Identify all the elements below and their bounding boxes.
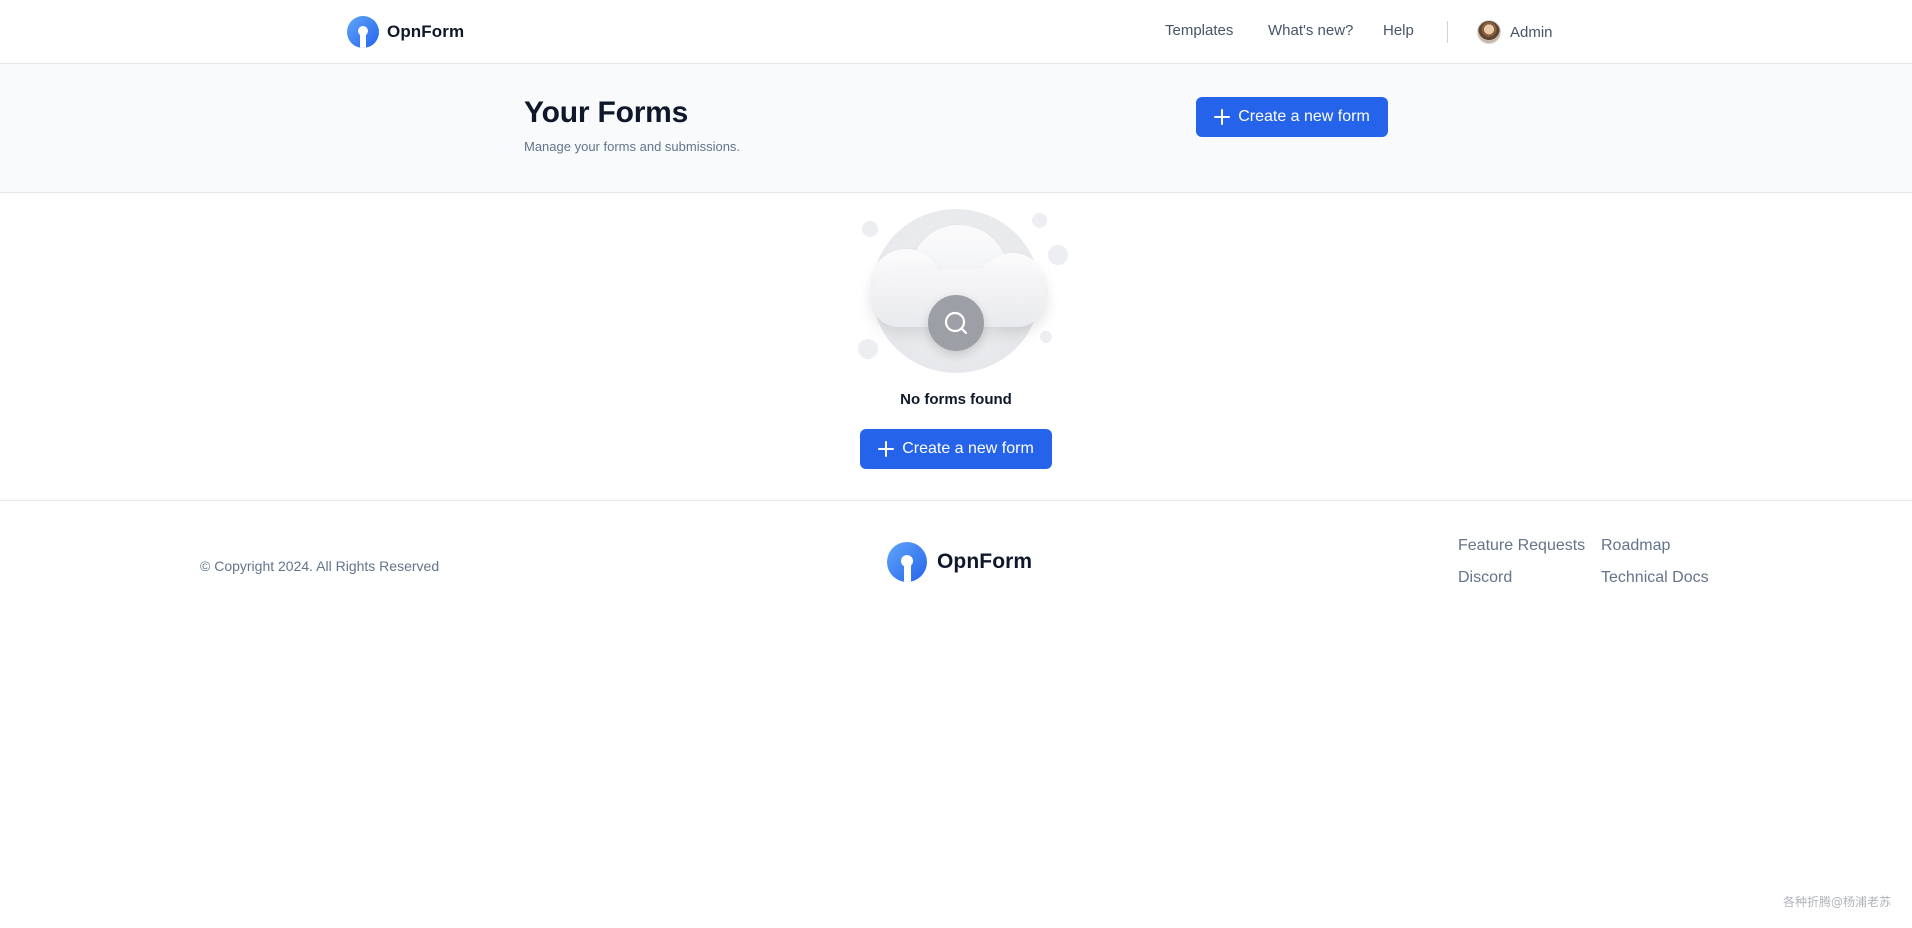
footer: © Copyright 2024. All Rights Reserved Op… [0, 500, 1912, 928]
footer-link-feature-requests[interactable]: Feature Requests [1458, 537, 1585, 555]
user-avatar [1477, 20, 1501, 44]
nav-divider [1447, 21, 1448, 43]
page-title: Your Forms [524, 96, 689, 129]
user-menu[interactable]: Admin [1477, 20, 1553, 44]
watermark: 各种折腾@杨浦老苏 [1782, 895, 1891, 909]
page-header: Your Forms Manage your forms and submiss… [0, 64, 1912, 193]
page-subtitle: Manage your forms and submissions. [524, 139, 741, 154]
nav-link-help[interactable]: Help [1383, 22, 1414, 39]
app-window: OpnForm Templates What's new? Help Admin… [0, 0, 1912, 928]
empty-state-title: No forms found [900, 391, 1012, 408]
footer-link-roadmap[interactable]: Roadmap [1601, 537, 1670, 555]
plus-icon [878, 441, 895, 457]
search-icon [928, 295, 984, 351]
create-form-button-label: Create a new form [1238, 108, 1370, 125]
user-name: Admin [1510, 23, 1553, 41]
plus-icon [1214, 109, 1231, 125]
nav-link-whats-new[interactable]: What's new? [1268, 22, 1353, 39]
footer-copyright: © Copyright 2024. All Rights Reserved [200, 558, 440, 574]
top-navbar: OpnForm Templates What's new? Help Admin [0, 0, 1912, 64]
footer-brand-name: OpnForm [937, 550, 1033, 573]
empty-create-form-button[interactable]: Create a new form [860, 429, 1052, 469]
opnform-logo-icon [347, 16, 379, 48]
footer-link-technical-docs[interactable]: Technical Docs [1601, 569, 1709, 587]
empty-create-form-button-label: Create a new form [902, 440, 1034, 457]
brand-link[interactable]: OpnForm [347, 16, 464, 48]
footer-brand-link[interactable]: OpnForm [887, 542, 1032, 582]
empty-state: No forms found Create a new form [0, 193, 1912, 500]
create-form-button[interactable]: Create a new form [1196, 97, 1388, 137]
opnform-logo-icon [887, 542, 927, 582]
empty-illustration [858, 207, 1070, 377]
footer-link-discord[interactable]: Discord [1458, 569, 1512, 587]
brand-name: OpnForm [387, 22, 465, 41]
nav-link-templates[interactable]: Templates [1165, 22, 1233, 39]
